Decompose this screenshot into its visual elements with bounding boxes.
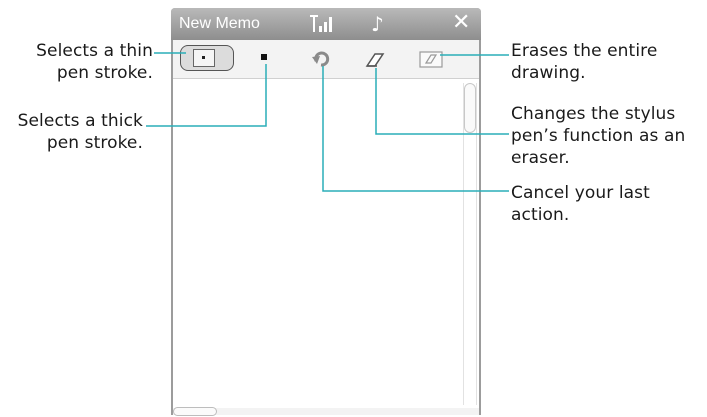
leader-undo xyxy=(322,66,509,192)
leader-lines xyxy=(146,52,509,192)
leader-eraser xyxy=(375,68,509,135)
leader-thick-pen xyxy=(146,64,267,127)
leader-line-group xyxy=(146,52,509,192)
